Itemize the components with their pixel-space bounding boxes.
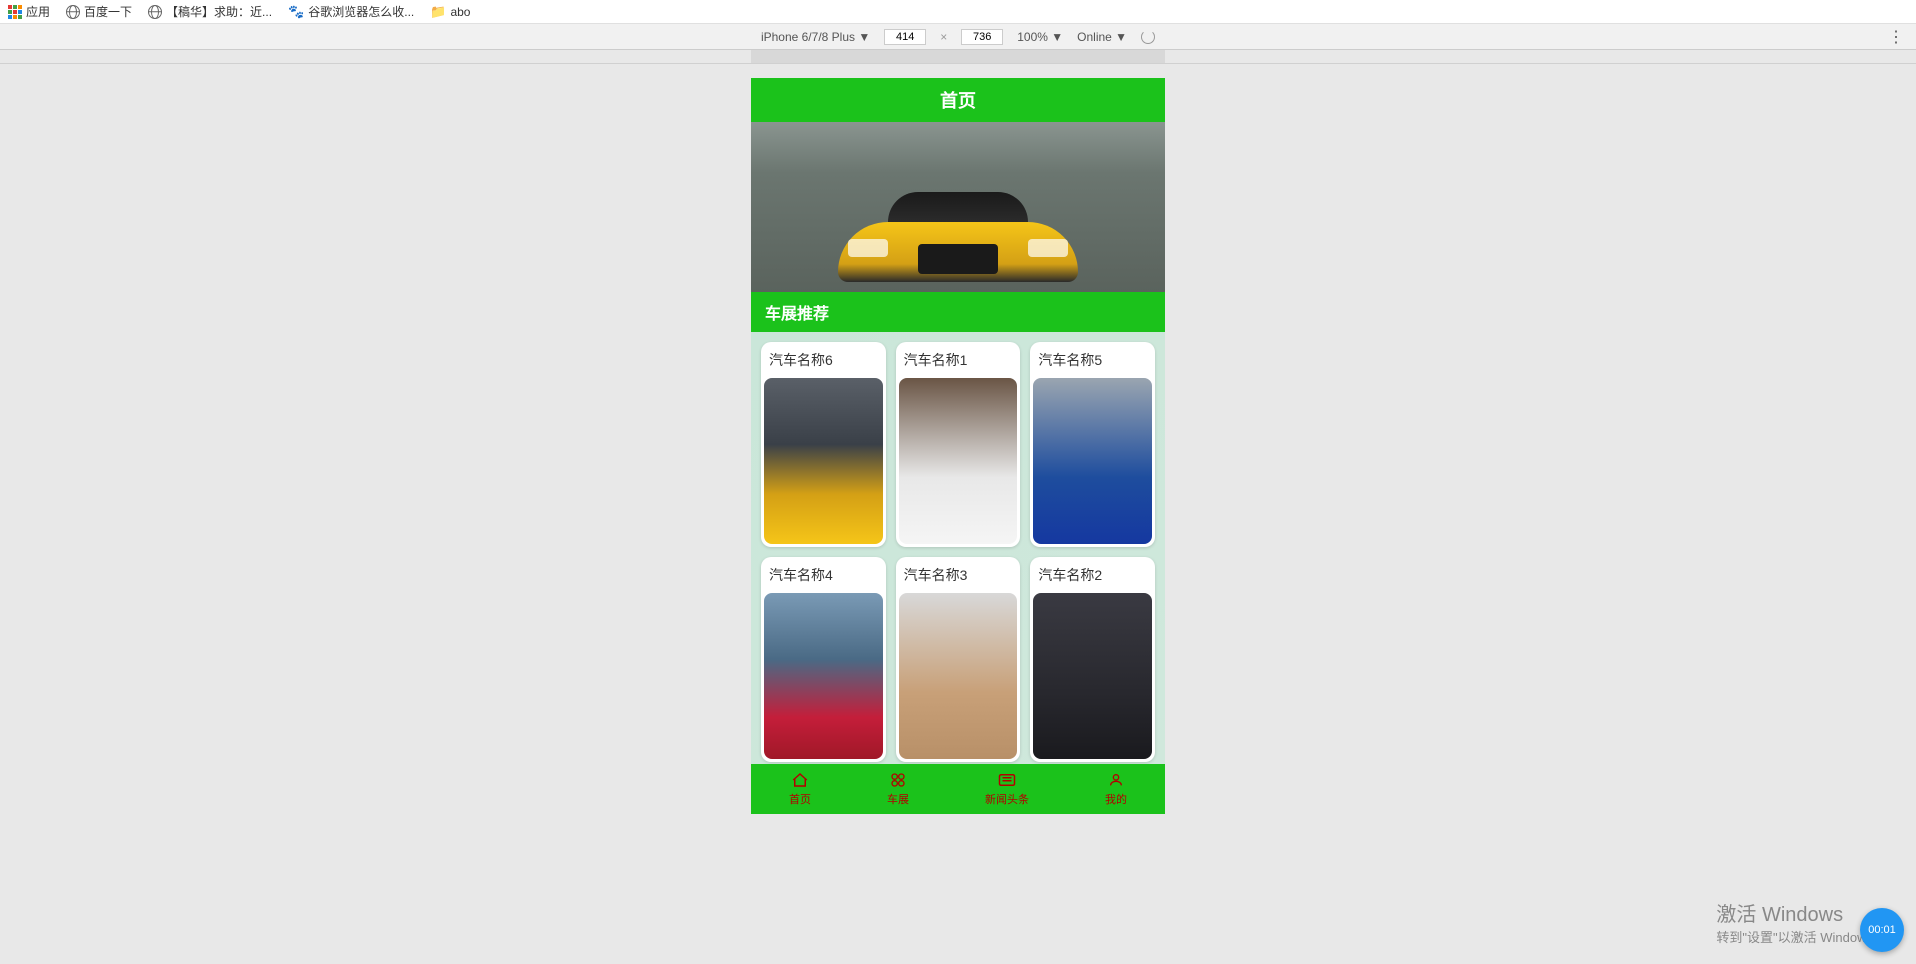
devtools-ruler — [0, 50, 1916, 64]
device-selector[interactable]: iPhone 6/7/8 Plus ▼ — [761, 30, 870, 44]
bookmark-help[interactable]: 【稿华】求助：近... — [148, 3, 272, 20]
nav-news-label: 新闻头条 — [985, 791, 1029, 807]
car-card[interactable]: 汽车名称2 — [1030, 557, 1155, 762]
nav-home[interactable]: 首页 — [789, 771, 811, 807]
app-header-title: 首页 — [940, 87, 976, 113]
nav-home-label: 首页 — [789, 791, 811, 807]
car-card[interactable]: 汽车名称4 — [761, 557, 886, 762]
car-card-title: 汽车名称6 — [761, 342, 886, 378]
bookmark-help-label: 【稿华】求助：近... — [166, 3, 272, 20]
devtools-device-toolbar: iPhone 6/7/8 Plus ▼ × 100% ▼ Online ▼ ⋮ — [0, 24, 1916, 50]
app-header: 首页 — [751, 78, 1165, 122]
height-input[interactable] — [961, 29, 1003, 45]
user-icon — [1107, 771, 1125, 789]
car-card-image — [1033, 593, 1152, 759]
news-icon — [998, 771, 1016, 789]
car-card[interactable]: 汽车名称1 — [896, 342, 1021, 547]
hero-banner[interactable] — [751, 122, 1165, 292]
nav-car-show-label: 车展 — [887, 791, 909, 807]
bookmark-abo-label: abo — [450, 5, 470, 19]
car-card-title: 汽车名称2 — [1030, 557, 1155, 593]
grid-icon — [889, 771, 907, 789]
nav-mine-label: 我的 — [1105, 791, 1127, 807]
nav-news[interactable]: 新闻头条 — [985, 771, 1029, 807]
nav-car-show[interactable]: 车展 — [887, 771, 909, 807]
bookmark-abo[interactable]: 📁 abo — [430, 4, 470, 20]
folder-icon: 📁 — [430, 4, 446, 20]
car-card[interactable]: 汽车名称3 — [896, 557, 1021, 762]
bookmark-apps-label: 应用 — [26, 3, 50, 20]
device-frame: 首页 车展推荐 汽车名称6 汽车名称1 — [751, 78, 1165, 814]
bookmark-baidu-label: 百度一下 — [84, 3, 132, 20]
car-card-image — [764, 378, 883, 544]
car-card-image — [899, 378, 1018, 544]
bottom-nav: 首页 车展 新闻头条 我的 — [751, 764, 1165, 814]
timer-value: 00:01 — [1868, 924, 1896, 936]
globe-icon — [148, 5, 162, 19]
car-card-title: 汽车名称4 — [761, 557, 886, 593]
home-icon — [791, 771, 809, 789]
width-input[interactable] — [884, 29, 926, 45]
car-card-image — [899, 593, 1018, 759]
paw-icon: 🐾 — [288, 4, 304, 20]
bookmark-google-fav-label: 谷歌浏览器怎么收... — [308, 3, 414, 20]
device-preview-area: 首页 车展推荐 汽车名称6 汽车名称1 — [0, 64, 1916, 964]
car-card[interactable]: 汽车名称6 — [761, 342, 886, 547]
bookmarks-bar: 应用 百度一下 【稿华】求助：近... 🐾 谷歌浏览器怎么收... 📁 abo — [0, 0, 1916, 24]
bookmark-apps[interactable]: 应用 — [8, 3, 50, 20]
car-card-title: 汽车名称1 — [896, 342, 1021, 378]
globe-icon — [66, 5, 80, 19]
apps-grid-icon — [8, 5, 22, 19]
car-card-grid: 汽车名称6 汽车名称1 汽车名称5 汽车名称4 汽车名称3 汽车名称2 — [751, 332, 1165, 772]
timer-badge[interactable]: 00:01 — [1860, 908, 1904, 952]
dimension-separator: × — [940, 30, 947, 44]
bookmark-google-fav[interactable]: 🐾 谷歌浏览器怎么收... — [288, 3, 414, 20]
car-card-title: 汽车名称5 — [1030, 342, 1155, 378]
bookmark-baidu[interactable]: 百度一下 — [66, 3, 132, 20]
network-selector[interactable]: Online ▼ — [1077, 30, 1127, 44]
devtools-menu-icon[interactable]: ⋮ — [1888, 27, 1904, 47]
car-card-image — [764, 593, 883, 759]
rotate-icon[interactable] — [1141, 30, 1155, 44]
car-card-image — [1033, 378, 1152, 544]
car-card[interactable]: 汽车名称5 — [1030, 342, 1155, 547]
hero-car-image — [818, 172, 1098, 292]
nav-mine[interactable]: 我的 — [1105, 771, 1127, 807]
car-card-title: 汽车名称3 — [896, 557, 1021, 593]
zoom-selector[interactable]: 100% ▼ — [1017, 30, 1063, 44]
section-title-text: 车展推荐 — [765, 300, 829, 324]
section-title-bar: 车展推荐 — [751, 292, 1165, 332]
